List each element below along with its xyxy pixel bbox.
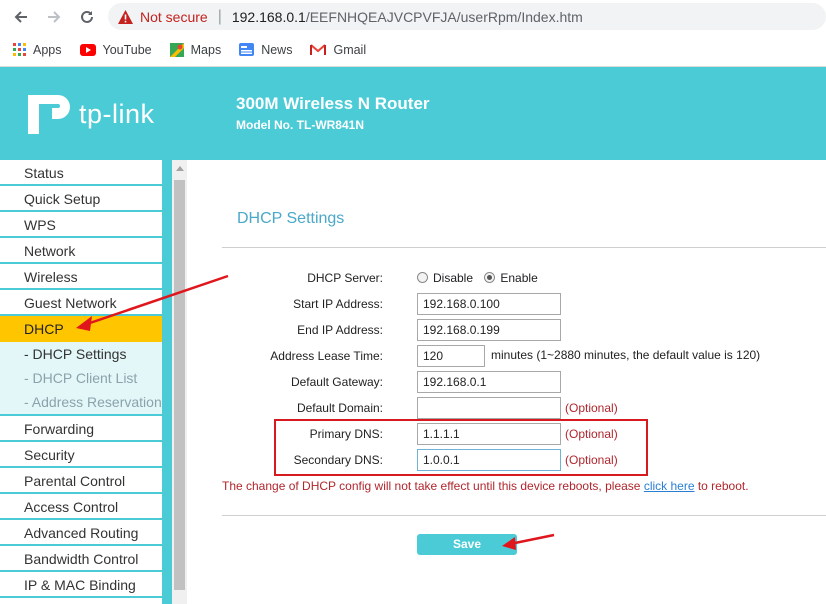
bookmark-youtube[interactable]: YouTube bbox=[79, 42, 152, 57]
menu-item-bandwidth-control[interactable]: Bandwidth Control bbox=[0, 546, 162, 572]
menu-item-network[interactable]: Network bbox=[0, 238, 162, 264]
bookmark-gmail[interactable]: Gmail bbox=[310, 43, 366, 57]
divider bbox=[222, 515, 826, 516]
forward-button[interactable] bbox=[42, 5, 66, 29]
menu-item-wireless[interactable]: Wireless bbox=[0, 264, 162, 290]
bookmark-label: YouTube bbox=[102, 42, 152, 57]
gateway-label: Default Gateway: bbox=[290, 375, 383, 389]
url-separator: | bbox=[217, 7, 222, 25]
forward-arrow-icon bbox=[48, 11, 61, 23]
bookmark-news[interactable]: News bbox=[239, 43, 292, 57]
menu-item-security[interactable]: Security bbox=[0, 442, 162, 468]
bookmark-label: Apps bbox=[33, 42, 62, 57]
sidebar-scroll-thumb[interactable] bbox=[174, 180, 185, 590]
tp-link-logo-icon bbox=[28, 95, 70, 134]
end-ip-row: End IP Address: 192.168.0.199 bbox=[187, 319, 826, 341]
divider bbox=[222, 247, 826, 248]
tp-link-logo: tp-link bbox=[23, 90, 155, 138]
domain-label: Default Domain: bbox=[296, 401, 383, 415]
model-number: Model No. TL-WR841N bbox=[236, 118, 364, 132]
gateway-row: Default Gateway: 192.168.0.1 bbox=[187, 371, 826, 393]
bookmark-label: Maps bbox=[190, 42, 222, 57]
apps-grid-icon bbox=[13, 43, 26, 56]
product-name: 300M Wireless N Router bbox=[236, 94, 430, 113]
start-ip-label: Start IP Address: bbox=[293, 297, 383, 311]
maps-icon bbox=[169, 42, 184, 57]
domain-row: Default Domain: (Optional) bbox=[187, 397, 826, 419]
disable-label: Disable bbox=[433, 271, 474, 285]
lease-time-hint: minutes (1~2880 minutes, the default val… bbox=[491, 348, 761, 362]
dhcp-server-row: DHCP Server: Disable Enable bbox=[187, 267, 826, 289]
dhcp-server-label: DHCP Server: bbox=[307, 271, 383, 285]
gmail-icon bbox=[310, 43, 327, 55]
browser-toolbar: Not secure | 192.168.0.1/EEFNHQEAJVCPVFJ… bbox=[0, 0, 826, 33]
submenu-address-reservation[interactable]: - Address Reservation bbox=[0, 390, 162, 414]
reboot-link[interactable]: click here bbox=[644, 479, 695, 493]
submenu-dhcp-client-list[interactable]: - DHCP Client List bbox=[0, 366, 162, 390]
menu-item-access-control[interactable]: Access Control bbox=[0, 494, 162, 520]
url-path: /EEFNHQEAJVCPVFJA/userRpm/Index.htm bbox=[305, 8, 583, 25]
lease-time-input[interactable]: 120 bbox=[417, 345, 485, 367]
back-button[interactable] bbox=[9, 5, 33, 29]
save-button[interactable]: Save bbox=[417, 534, 517, 555]
youtube-icon bbox=[79, 43, 96, 56]
disable-radio[interactable] bbox=[417, 272, 428, 283]
enable-label: Enable bbox=[500, 271, 538, 285]
bookmarks-bar: Apps YouTube Maps News Gmail bbox=[0, 33, 826, 67]
security-label: Not secure bbox=[140, 8, 208, 25]
menu-item-quick-setup[interactable]: Quick Setup bbox=[0, 186, 162, 212]
menu-item-status[interactable]: Status bbox=[0, 160, 162, 186]
menu-item-ip-mac-binding[interactable]: IP & MAC Binding bbox=[0, 572, 162, 598]
scroll-up-arrow-icon[interactable] bbox=[176, 166, 184, 171]
page-title: DHCP Settings bbox=[237, 210, 345, 227]
end-ip-label: End IP Address: bbox=[297, 323, 383, 337]
menu-item-forwarding[interactable]: Forwarding bbox=[0, 416, 162, 442]
url-text: 192.168.0.1/EEFNHQEAJVCPVFJA/userRpm/Ind… bbox=[232, 9, 583, 25]
bookmark-maps[interactable]: Maps bbox=[169, 42, 222, 57]
url-host: 192.168.0.1 bbox=[231, 8, 306, 25]
router-header: tp-link 300M Wireless N Router Model No.… bbox=[0, 67, 826, 160]
lease-time-row: Address Lease Time: 120 minutes (1~2880 … bbox=[187, 345, 826, 367]
bookmark-label: News bbox=[261, 42, 293, 57]
lease-time-label: Address Lease Time: bbox=[270, 349, 383, 363]
submenu-dhcp-settings[interactable]: - DHCP Settings bbox=[0, 342, 162, 366]
bookmark-label: Gmail bbox=[333, 42, 367, 57]
dns-highlight-box bbox=[274, 419, 648, 476]
domain-optional: (Optional) bbox=[565, 401, 618, 415]
end-ip-input[interactable]: 192.168.0.199 bbox=[417, 319, 561, 341]
menu-item-advanced-routing[interactable]: Advanced Routing bbox=[0, 520, 162, 546]
menu-item-wps[interactable]: WPS bbox=[0, 212, 162, 238]
menu-item-parental-control[interactable]: Parental Control bbox=[0, 468, 162, 494]
bookmark-apps[interactable]: Apps bbox=[13, 43, 62, 57]
menu-item-guest-network[interactable]: Guest Network bbox=[0, 290, 162, 316]
start-ip-row: Start IP Address: 192.168.0.100 bbox=[187, 293, 826, 315]
dhcp-server-options: Disable Enable bbox=[417, 271, 538, 285]
back-arrow-icon bbox=[14, 11, 27, 23]
logo-text: tp-link bbox=[79, 98, 155, 129]
reload-icon bbox=[81, 10, 93, 23]
main-content: DHCP Settings DHCP Server: Disable Enabl… bbox=[187, 160, 826, 604]
enable-radio[interactable] bbox=[484, 272, 496, 283]
domain-input[interactable] bbox=[417, 397, 561, 419]
reboot-warning: The change of DHCP config will not take … bbox=[222, 479, 749, 493]
start-ip-input[interactable]: 192.168.0.100 bbox=[417, 293, 561, 315]
warning-tail: to reboot. bbox=[697, 479, 749, 493]
warning-icon bbox=[118, 9, 133, 24]
reload-button[interactable] bbox=[75, 5, 99, 29]
menu-item-dhcp[interactable]: DHCP bbox=[0, 316, 162, 342]
news-icon bbox=[239, 43, 255, 56]
sidebar-menu: Status Quick Setup WPS Network Wireless … bbox=[0, 160, 172, 604]
warning-text: The change of DHCP config will not take … bbox=[222, 479, 641, 493]
gateway-input[interactable]: 192.168.0.1 bbox=[417, 371, 561, 393]
address-bar[interactable]: Not secure | 192.168.0.1/EEFNHQEAJVCPVFJ… bbox=[108, 3, 826, 30]
dhcp-submenu: - DHCP Settings - DHCP Client List - Add… bbox=[0, 342, 162, 416]
